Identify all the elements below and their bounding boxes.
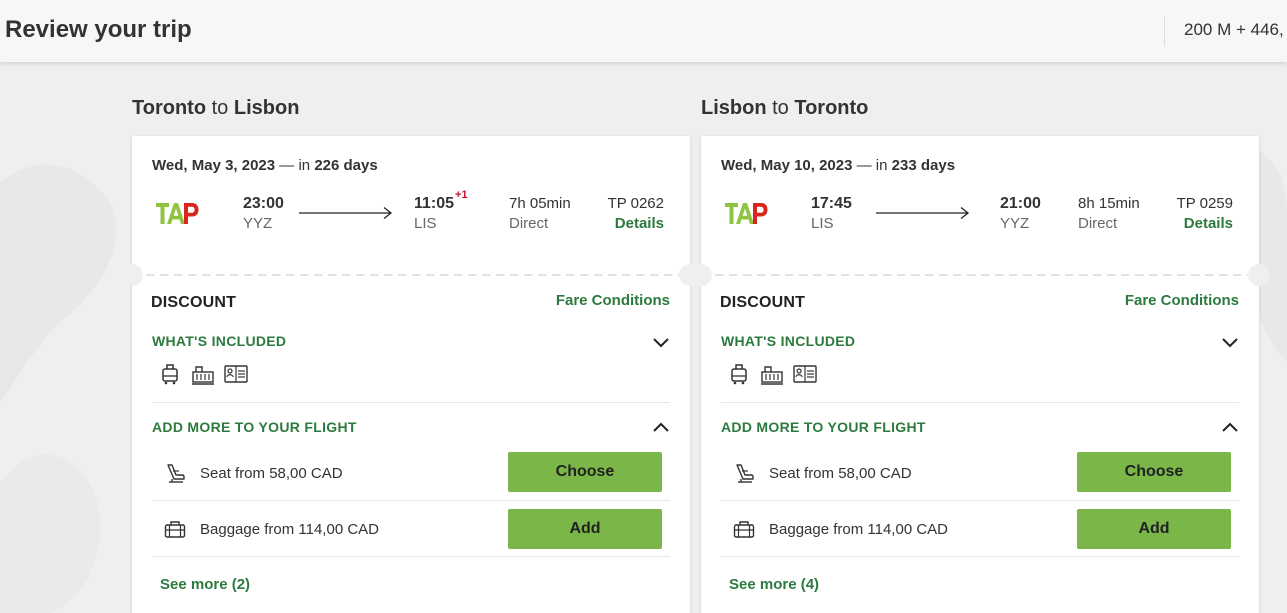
chevron-up-icon[interactable] — [652, 421, 670, 433]
whats-included-toggle[interactable]: WHAT'S INCLUDED — [721, 333, 855, 349]
arrival-time-value: 11:05 — [414, 195, 455, 212]
tap-logo-icon — [725, 203, 768, 224]
date-in-text: — in — [856, 157, 888, 174]
fare-name: DISCOUNT — [151, 294, 237, 311]
route-connector: to — [211, 97, 229, 119]
seat-addon-label: Seat from 58,00 CAD — [200, 465, 343, 482]
flight-number: TP 0262 — [607, 195, 664, 212]
chevron-down-icon[interactable] — [652, 336, 670, 348]
arrival-time-value: 21:00 — [1000, 195, 1041, 212]
included-icons — [727, 363, 817, 387]
destination-city: Lisbon — [233, 97, 300, 119]
add-more-toggle[interactable]: ADD MORE TO YOUR FLIGHT — [721, 419, 926, 435]
points-summary: 200 M + 446, — [1184, 20, 1284, 39]
arrival-airport: LIS — [414, 215, 437, 232]
divider — [152, 500, 670, 501]
checked-bag-icon — [761, 366, 783, 385]
origin-city: Toronto — [132, 97, 207, 119]
date-value: Wed, May 10, 2023 — [721, 157, 853, 174]
topbar-divider — [1164, 16, 1165, 46]
divider — [721, 500, 1239, 501]
ticket-perforation — [701, 274, 1259, 276]
ticket-notch — [1248, 264, 1270, 286]
route-connector: to — [772, 97, 789, 119]
add-more-toggle[interactable]: ADD MORE TO YOUR FLIGHT — [152, 419, 357, 435]
origin-city: Lisbon — [701, 97, 767, 119]
date-value: Wed, May 3, 2023 — [152, 157, 276, 174]
date-in-text: — in — [279, 157, 311, 174]
seat-selection-icon — [224, 365, 248, 383]
route-title: Lisbon to Toronto — [701, 97, 868, 120]
cabin-bag-icon — [162, 364, 178, 385]
chevron-down-icon[interactable] — [1221, 336, 1239, 348]
see-more-link[interactable]: See more (4) — [729, 576, 819, 593]
flight-card: Wed, May 3, 2023 — in 226 days 23:00 YYZ… — [121, 136, 701, 613]
days-until: 233 days — [891, 157, 956, 174]
baggage-icon — [733, 521, 755, 538]
tap-logo-icon — [156, 203, 199, 224]
flight-stops: Direct — [1078, 215, 1118, 232]
flight-date: Wed, May 3, 2023 — in 226 days — [152, 157, 378, 174]
seat-icon — [167, 464, 185, 483]
departure-airport: LIS — [811, 215, 834, 232]
details-link[interactable]: Details — [615, 215, 664, 232]
days-until: 226 days — [314, 157, 378, 174]
fare-conditions-link[interactable]: Fare Conditions — [1125, 292, 1239, 309]
checked-bag-icon — [192, 366, 214, 385]
destination-city: Toronto — [794, 97, 869, 119]
fare-conditions-link[interactable]: Fare Conditions — [556, 292, 670, 309]
divider — [152, 556, 670, 557]
add-baggage-button[interactable]: Add — [1077, 509, 1231, 549]
flight-card: Wed, May 10, 2023 — in 233 days 17:45 LI… — [690, 136, 1270, 613]
divider — [152, 402, 670, 403]
details-link[interactable]: Details — [1184, 215, 1233, 232]
seat-selection-icon — [793, 365, 817, 383]
divider — [721, 556, 1239, 557]
departure-time: 17:45 — [811, 195, 852, 212]
flight-duration: 8h 15min — [1078, 195, 1140, 212]
see-more-link[interactable]: See more (2) — [160, 576, 250, 593]
seat-icon — [736, 464, 754, 483]
add-baggage-button[interactable]: Add — [508, 509, 662, 549]
flight-stops: Direct — [509, 215, 549, 232]
flight-duration: 7h 05min — [509, 195, 571, 212]
arrow-right-icon — [876, 206, 970, 220]
cabin-bag-icon — [731, 364, 747, 385]
page-title: Review your trip — [5, 16, 192, 43]
fare-name: DISCOUNT — [720, 294, 806, 311]
ticket-notch — [121, 264, 143, 286]
seat-addon-label: Seat from 58,00 CAD — [769, 465, 912, 482]
arrival-airport: YYZ — [1000, 215, 1030, 232]
arrival-time: 21:00 — [1000, 195, 1042, 213]
flight-date: Wed, May 10, 2023 — in 233 days — [721, 157, 955, 174]
flight-number: TP 0259 — [1176, 195, 1233, 212]
top-bar: Review your trip 200 M + 446, — [0, 0, 1287, 62]
baggage-icon — [164, 521, 186, 538]
baggage-addon-label: Baggage from 114,00 CAD — [200, 521, 379, 538]
arrow-right-icon — [299, 206, 393, 220]
choose-seat-button[interactable]: Choose — [1077, 452, 1231, 492]
divider — [721, 402, 1239, 403]
plus-day-badge: +1 — [455, 189, 468, 201]
route-title: Toronto to Lisbon — [132, 97, 299, 120]
ticket-notch — [690, 264, 712, 286]
departure-airport: YYZ — [243, 215, 273, 232]
ticket-perforation — [132, 274, 690, 276]
departure-time: 23:00 — [243, 195, 284, 212]
chevron-up-icon[interactable] — [1221, 421, 1239, 433]
choose-seat-button[interactable]: Choose — [508, 452, 662, 492]
included-icons — [158, 363, 248, 387]
arrival-time: 11:05+1 — [414, 189, 468, 213]
whats-included-toggle[interactable]: WHAT'S INCLUDED — [152, 333, 286, 349]
baggage-addon-label: Baggage from 114,00 CAD — [769, 521, 948, 538]
